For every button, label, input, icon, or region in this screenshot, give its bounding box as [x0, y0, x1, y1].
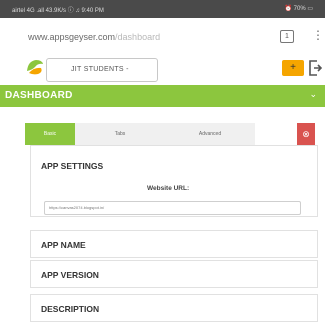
app-name-section[interactable]: APP NAME — [30, 230, 318, 258]
browser-menu-icon[interactable]: ⋮ — [312, 27, 324, 43]
url-text[interactable]: www.appsgeyser.com/dashboard — [28, 32, 160, 42]
status-right: ⏰ 70% ▭ — [284, 6, 313, 12]
app-settings-title: APP SETTINGS — [41, 161, 104, 171]
description-section[interactable]: DESCRIPTION — [30, 294, 318, 322]
settings-tabs: Basic Tabs Advanced ⊗ — [25, 123, 317, 145]
chevron-down-icon[interactable]: ⌄ — [309, 89, 317, 100]
dashboard-title: DASHBOARD — [5, 90, 73, 101]
dashboard-bar[interactable]: DASHBOARD ⌄ — [0, 85, 325, 107]
url-path: /dashboard — [115, 32, 161, 42]
app-version-title: APP VERSION — [41, 270, 99, 280]
tab-basic[interactable]: Basic — [25, 123, 75, 145]
project-selector[interactable]: JIT STUDENTS - — [46, 58, 158, 82]
app-version-section[interactable]: APP VERSION — [30, 260, 318, 288]
url-host: www.appsgeyser.com — [28, 32, 116, 42]
description-title: DESCRIPTION — [41, 304, 100, 314]
app-settings-card: APP SETTINGS Website URL: https://canvas… — [30, 145, 318, 217]
status-bar: airtel 4G .all 43.9K/s ⓘ ♫ 9:40 PM ⏰ 70%… — [0, 0, 325, 18]
add-button[interactable]: + — [282, 60, 304, 76]
app-logo-icon — [27, 60, 43, 75]
tab-switcher-button[interactable]: 1 — [280, 30, 294, 43]
website-url-input[interactable]: https://canvas2074.blogspot.in/ — [44, 201, 301, 215]
app-name-title: APP NAME — [41, 240, 86, 250]
project-name: JIT STUDENTS - — [71, 66, 129, 73]
logout-icon[interactable] — [308, 58, 322, 78]
tab-advanced[interactable]: Advanced — [165, 123, 255, 145]
website-url-label: Website URL: — [147, 185, 190, 192]
status-left: airtel 4G .all 43.9K/s ⓘ ♫ 9:40 PM — [12, 8, 104, 14]
address-bar[interactable]: www.appsgeyser.com/dashboard 1 ⋮ — [12, 18, 325, 53]
website-url-value: https://canvas2074.blogspot.in/ — [49, 205, 105, 210]
tab-tabs[interactable]: Tabs — [75, 123, 165, 145]
close-icon[interactable]: ⊗ — [297, 123, 315, 145]
